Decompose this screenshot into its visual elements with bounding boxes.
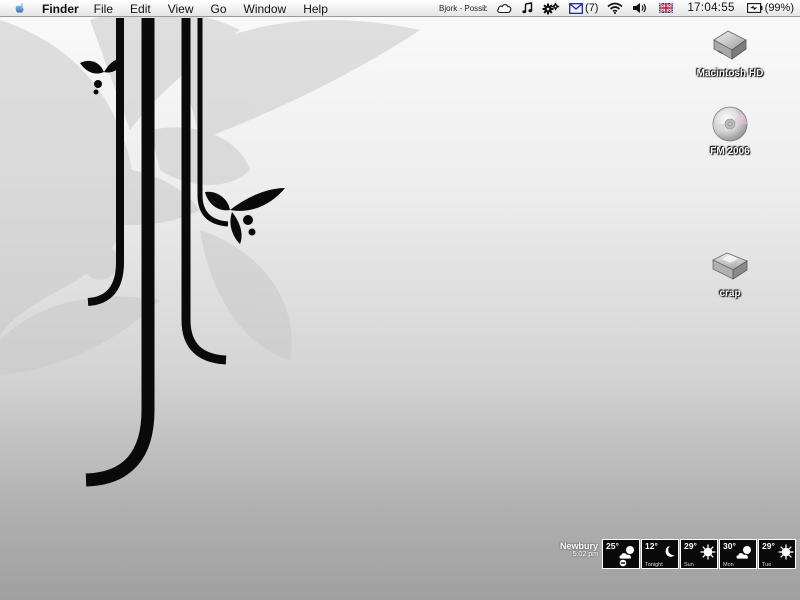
desktop-icon-label: crap (719, 288, 741, 299)
weather-temp: 29° (684, 541, 697, 551)
weather-day: Tonight (645, 562, 663, 568)
desktop-icon-crap[interactable]: crap (685, 246, 775, 300)
battery-icon (746, 3, 763, 13)
volume-icon (633, 3, 647, 13)
mail-icon (569, 2, 583, 14)
menu-extras: Bjork - Possibly Maybe (430, 0, 794, 16)
weather-location: Newbury 5:02 pm (560, 541, 598, 559)
weather-cell-tue: 29° Tue (758, 539, 797, 569)
menu-file[interactable]: File (94, 2, 113, 17)
apple-menu-icon[interactable] (14, 2, 27, 15)
weather-widget[interactable]: Newbury 5:02 pm 25° 12° Tonight 29° Sun (560, 539, 797, 569)
sun-small-icon (619, 559, 627, 567)
weather-city: Newbury (560, 541, 599, 551)
wifi-icon (607, 2, 624, 14)
input-menu-extra[interactable] (659, 3, 674, 13)
menu-go[interactable]: Go (211, 2, 227, 17)
desktop[interactable]: Finder File Edit View Go Window Help Bjo… (0, 0, 800, 600)
uk-flag-icon (659, 3, 674, 13)
weather-temp: 25° (606, 541, 619, 551)
system-gears-extra[interactable] (542, 2, 560, 15)
menu-left: Finder File Edit View Go Window Help (42, 1, 345, 17)
hard-drive-icon (713, 30, 747, 60)
cloud-extra[interactable] (496, 2, 513, 14)
desktop-icon-label: FM 2006 (710, 146, 750, 157)
weather-cell-now: 25° (602, 539, 641, 569)
volume-extra[interactable] (632, 2, 647, 14)
desktop-icon-label: Macintosh HD (696, 68, 764, 79)
menu-bar: Finder File Edit View Go Window Help Bjo… (0, 0, 800, 17)
music-note-icon (522, 2, 533, 14)
weather-day: Tue (762, 562, 772, 568)
partly-cloudy-icon (735, 546, 752, 560)
gear-icon (542, 2, 560, 14)
menu-view[interactable]: View (168, 2, 194, 17)
weather-temp: 12° (645, 541, 658, 551)
mail-unread-count: (7) (585, 2, 599, 14)
battery-percent: (99%) (764, 2, 794, 14)
sun-icon (700, 544, 716, 560)
weather-day: Sun (684, 562, 694, 568)
weather-cell-tonight: 12° Tonight (641, 539, 680, 569)
wallpaper (0, 9, 420, 487)
menu-help[interactable]: Help (303, 2, 328, 17)
app-menu-finder[interactable]: Finder (42, 2, 79, 17)
now-playing-extra[interactable]: Bjork - Possibly Maybe (439, 4, 487, 13)
weather-cell-sun: 29° Sun (680, 539, 719, 569)
itunes-extra[interactable] (522, 2, 533, 14)
battery-extra[interactable]: (99%) (746, 2, 794, 14)
weather-cell-mon: 30° Mon (719, 539, 758, 569)
weather-temp: 29° (762, 541, 775, 551)
now-playing-text: Bjork - Possibly Maybe (439, 3, 488, 13)
menu-edit[interactable]: Edit (130, 2, 151, 17)
weather-day: Mon (723, 562, 734, 568)
moon-icon (665, 546, 675, 557)
airport-extra[interactable] (607, 2, 624, 14)
clock-extra[interactable]: 17:04:55 (687, 2, 734, 14)
cd-disc-icon (712, 106, 748, 142)
folder-icon (712, 252, 748, 280)
weather-time: 5:02 pm (572, 551, 599, 558)
clock-text: 17:04:55 (687, 2, 735, 14)
weather-temp: 30° (723, 541, 736, 551)
mail-extra[interactable]: (7) (569, 2, 598, 14)
sun-icon (778, 544, 794, 560)
cloud-icon (497, 4, 512, 14)
desktop-icon-macintosh-hd[interactable]: Macintosh HD (685, 26, 775, 80)
menu-window[interactable]: Window (244, 2, 287, 17)
desktop-icon-fm-2006[interactable]: FM 2006 (685, 104, 775, 158)
